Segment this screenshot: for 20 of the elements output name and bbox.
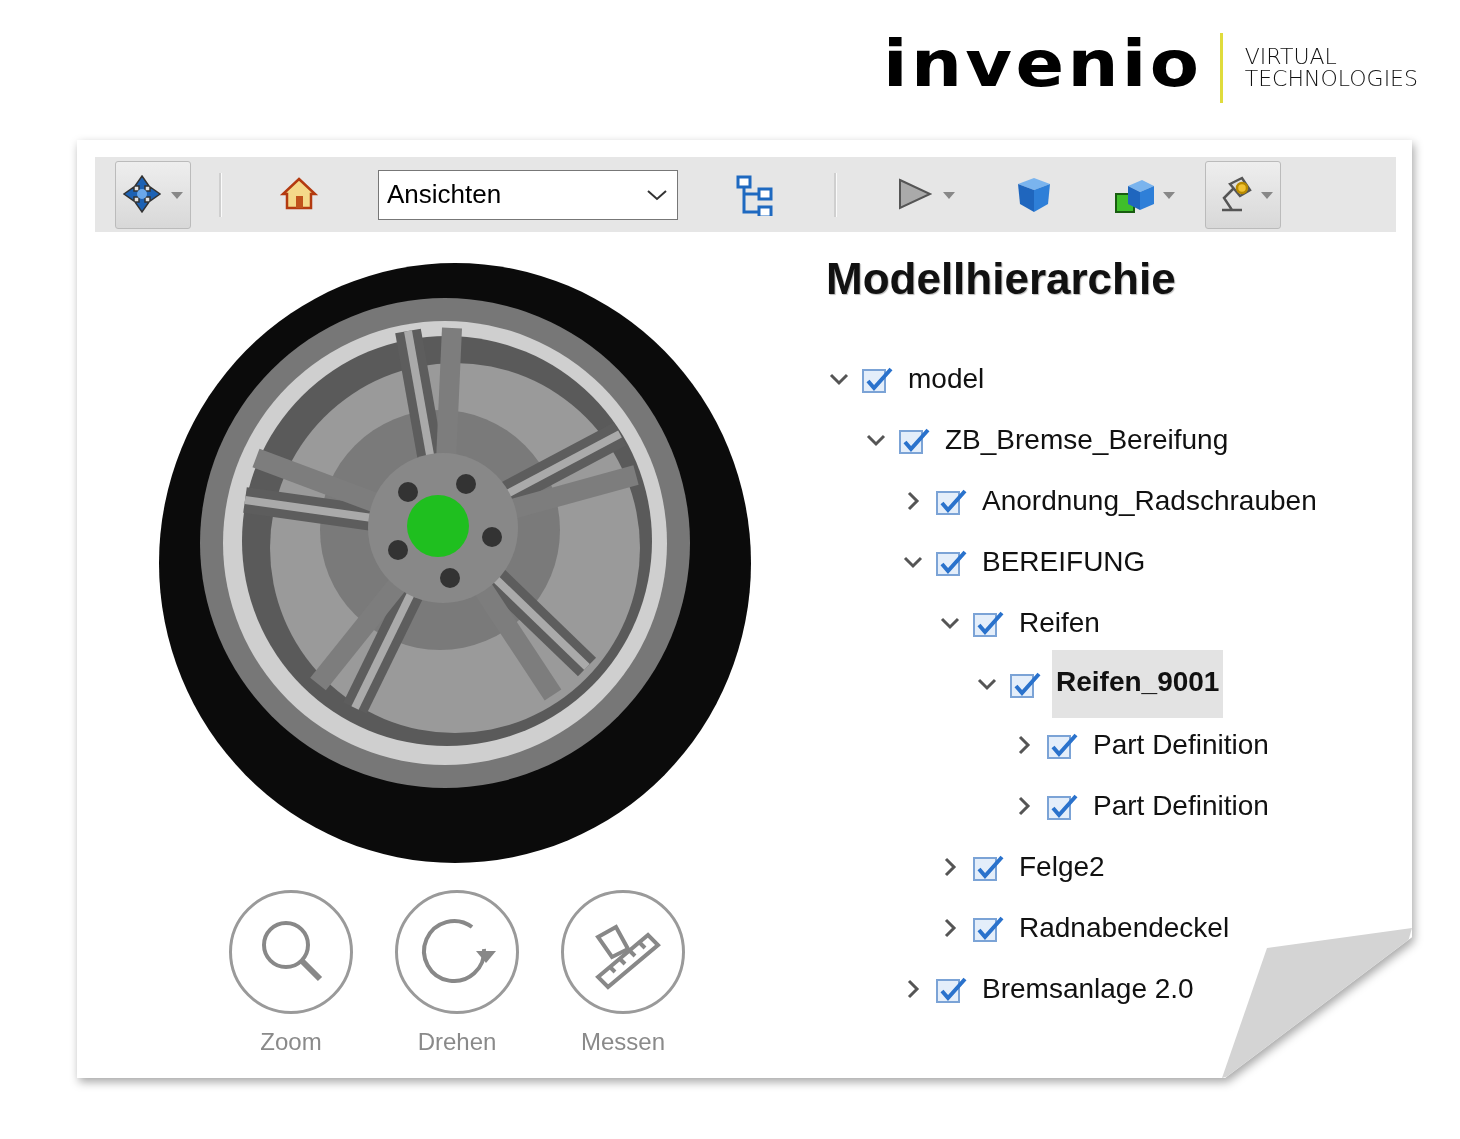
tree-item[interactable]: BEREIFUNG <box>978 539 1150 584</box>
tree-item[interactable]: Bremsanlage 2.0 <box>978 966 1198 1011</box>
logo-wordmark: invenio <box>882 32 1202 103</box>
tree-item[interactable]: ZB_Bremse_Bereifung <box>941 417 1233 462</box>
move-arrows-icon <box>122 173 164 216</box>
tree-item[interactable]: model <box>904 356 989 401</box>
tree-item[interactable]: Part Definition <box>1089 722 1273 767</box>
tree-item[interactable]: Reifen <box>1015 600 1104 645</box>
move-button[interactable] <box>115 160 191 229</box>
logo-tagline: VIRTUAL <box>1244 46 1338 68</box>
logo-tagline: TECHNOLOGIES <box>1244 68 1418 90</box>
views-dropdown[interactable]: Ansichten <box>378 169 678 220</box>
lamp-button[interactable] <box>1205 160 1281 229</box>
tree-item[interactable]: Reifen_9001 <box>1052 649 1224 718</box>
chevron-icon <box>645 187 669 202</box>
tree-item[interactable]: Part Definition <box>1089 783 1273 828</box>
tree-item[interactable]: Radnabendeckel <box>1015 905 1234 950</box>
panel-title: Modellhierarchie <box>826 254 1177 304</box>
tree-item[interactable]: Anordnung_Radschrauben <box>978 478 1321 523</box>
tree-item[interactable]: Felge2 <box>1015 844 1109 889</box>
